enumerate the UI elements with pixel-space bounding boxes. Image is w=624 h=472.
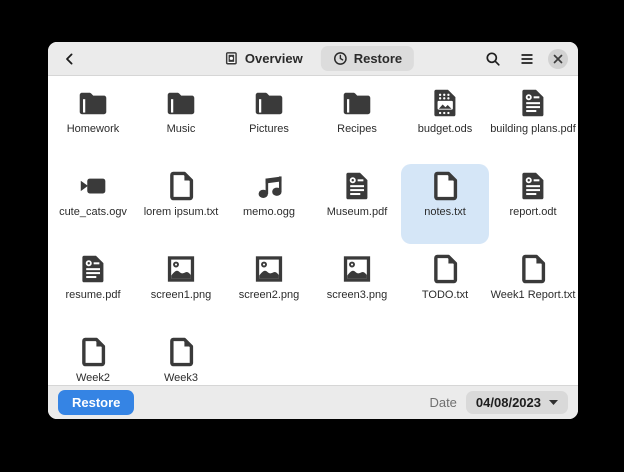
safe-icon — [224, 51, 239, 66]
file-label: screen2.png — [239, 289, 300, 302]
file-label: Museum.pdf — [327, 206, 388, 219]
file-label: notes.txt — [424, 206, 466, 219]
file-label: Week1 Report.txt — [491, 289, 576, 302]
video-file-icon — [76, 169, 110, 203]
search-icon — [485, 51, 501, 67]
chevron-left-icon — [62, 51, 78, 67]
backup-restore-window: Overview Restore — [48, 42, 578, 419]
richtext-file-icon — [516, 86, 550, 120]
file-tile[interactable]: screen3.png — [313, 247, 401, 327]
date-label: Date — [429, 395, 456, 410]
file-tile[interactable]: memo.ogg — [225, 164, 313, 244]
caret-down-icon — [549, 400, 558, 405]
tab-label: Overview — [245, 51, 303, 66]
image-file-icon — [164, 252, 198, 286]
richtext-file-icon — [516, 169, 550, 203]
file-label: Pictures — [249, 123, 289, 136]
folder-icon — [76, 86, 110, 120]
search-button[interactable] — [480, 46, 506, 72]
menu-button[interactable] — [514, 46, 540, 72]
folder-icon — [340, 86, 374, 120]
folder-icon — [164, 86, 198, 120]
back-button[interactable] — [58, 47, 82, 71]
view-switcher: Overview Restore — [212, 46, 414, 71]
header-actions — [480, 46, 568, 72]
file-label: resume.pdf — [65, 289, 120, 302]
file-tile[interactable]: Music — [137, 81, 225, 161]
clock-icon — [333, 51, 348, 66]
file-label: report.odt — [509, 206, 556, 219]
file-tile-selected[interactable]: notes.txt — [401, 164, 489, 244]
file-tile[interactable]: Pictures — [225, 81, 313, 161]
file-tile[interactable]: cute_cats.ogv — [49, 164, 137, 244]
file-label: Recipes — [337, 123, 377, 136]
file-tile[interactable]: Week1 Report.txt — [489, 247, 577, 327]
file-tile[interactable]: Week2 — [49, 330, 137, 385]
file-tile[interactable]: building plans.pdf — [489, 81, 577, 161]
file-label: building plans.pdf — [490, 123, 576, 136]
file-label: cute_cats.ogv — [59, 206, 127, 219]
date-chooser: Date 04/08/2023 — [429, 391, 568, 414]
audio-file-icon — [252, 169, 286, 203]
file-label: lorem ipsum.txt — [144, 206, 219, 219]
file-tile[interactable]: resume.pdf — [49, 247, 137, 327]
text-file-icon — [428, 169, 462, 203]
header-bar: Overview Restore — [48, 42, 578, 76]
file-grid: Homework Music Pictures Recipes budget.o… — [48, 76, 578, 385]
image-file-icon — [252, 252, 286, 286]
menu-icon — [519, 51, 535, 67]
date-dropdown[interactable]: 04/08/2023 — [466, 391, 568, 414]
file-tile[interactable]: screen1.png — [137, 247, 225, 327]
file-label: Week2 — [76, 372, 110, 385]
footer-bar: Restore Date 04/08/2023 — [48, 385, 578, 419]
richtext-file-icon — [340, 169, 374, 203]
file-tile[interactable]: Museum.pdf — [313, 164, 401, 244]
file-tile[interactable]: report.odt — [489, 164, 577, 244]
date-value: 04/08/2023 — [476, 395, 541, 410]
file-label: Music — [167, 123, 196, 136]
folder-icon — [252, 86, 286, 120]
tab-overview[interactable]: Overview — [212, 46, 315, 71]
close-button[interactable] — [548, 49, 568, 69]
file-tile[interactable]: screen2.png — [225, 247, 313, 327]
restore-button[interactable]: Restore — [58, 390, 134, 415]
file-label: Homework — [67, 123, 120, 136]
richtext-file-icon — [76, 252, 110, 286]
file-label: memo.ogg — [243, 206, 295, 219]
text-file-icon — [164, 335, 198, 369]
file-tile[interactable]: Week3 — [137, 330, 225, 385]
file-label: screen3.png — [327, 289, 388, 302]
file-tile[interactable]: TODO.txt — [401, 247, 489, 327]
file-label: Week3 — [164, 372, 198, 385]
text-file-icon — [164, 169, 198, 203]
file-label: screen1.png — [151, 289, 212, 302]
text-file-icon — [428, 252, 462, 286]
file-label: budget.ods — [418, 123, 472, 136]
close-icon — [553, 54, 563, 64]
tab-restore[interactable]: Restore — [321, 46, 414, 71]
image-file-icon — [340, 252, 374, 286]
file-tile[interactable]: Recipes — [313, 81, 401, 161]
file-tile[interactable]: lorem ipsum.txt — [137, 164, 225, 244]
file-tile[interactable]: Homework — [49, 81, 137, 161]
text-file-icon — [76, 335, 110, 369]
tab-label: Restore — [354, 51, 402, 66]
spreadsheet-file-icon — [428, 86, 462, 120]
file-tile[interactable]: budget.ods — [401, 81, 489, 161]
file-label: TODO.txt — [422, 289, 468, 302]
text-file-icon — [516, 252, 550, 286]
